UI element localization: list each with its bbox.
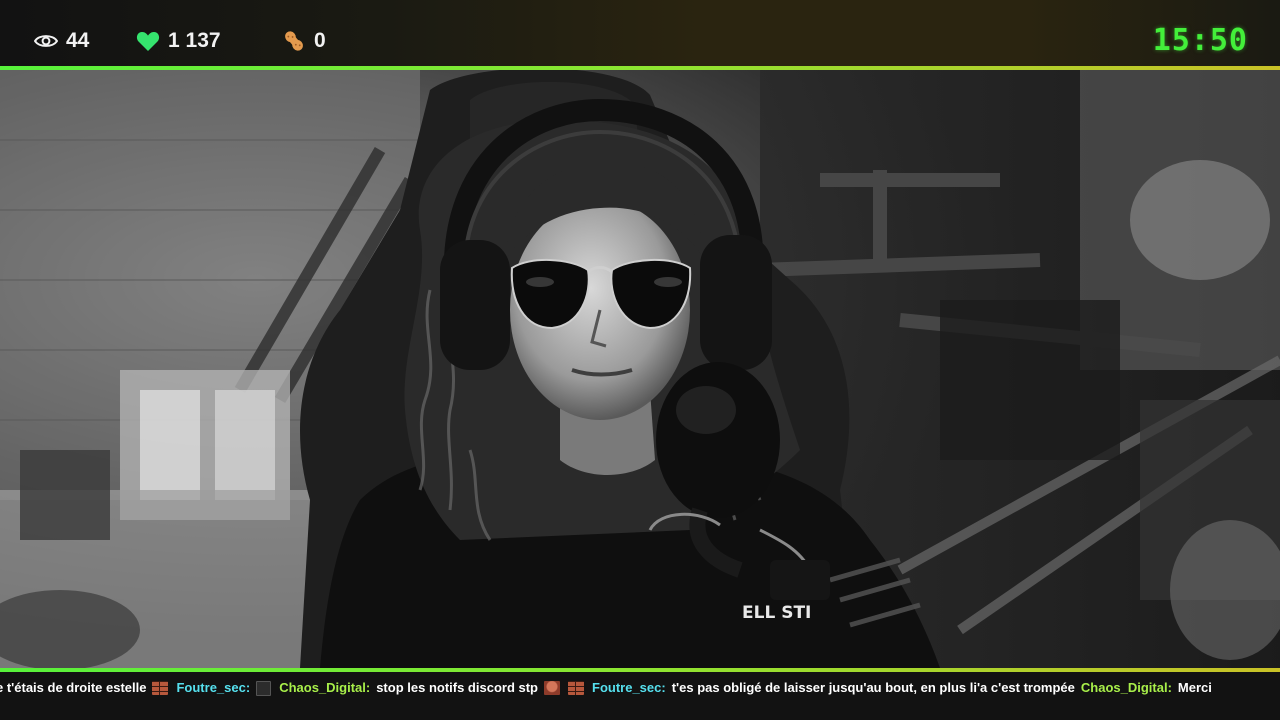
bits-count: 0 [282, 27, 326, 55]
stream-clock: 15:50 [1152, 23, 1248, 58]
box-emote [256, 680, 272, 696]
chat-username: Chaos_Digital: [279, 680, 371, 695]
brick-emote [568, 681, 584, 695]
chat-username: Foutre_sec: [176, 680, 251, 695]
heart-icon [136, 30, 160, 52]
eye-icon [34, 33, 58, 49]
chat-message: t'es pas obligé de laisser jusqu'au bout… [671, 680, 1075, 695]
chat-ticker-track: e t'étais de droite estelle Foutre_sec: Ch… [0, 680, 1218, 696]
viewer-count: 44 [34, 27, 89, 55]
chat-username: Chaos_Digital: [1080, 680, 1172, 695]
chat-ticker: e t'étais de droite estelle Foutre_sec: Ch… [0, 672, 1280, 720]
chat-message: stop les notifs discord stp [376, 680, 538, 695]
chat-username: Foutre_sec: [592, 680, 666, 695]
hand-emote [544, 681, 560, 695]
follower-count-value: 1 137 [168, 29, 221, 52]
webcam-feed: ELL STI [0, 70, 1280, 668]
brick-emote [152, 681, 169, 695]
stream-overlay: 44 1 137 0 15:50 ELL STI e t'étais de dr… [0, 0, 1280, 720]
peanut-icon [282, 29, 306, 53]
chat-message: e t'étais de droite estelle [0, 680, 147, 695]
webcam-image: ELL STI [0, 70, 1280, 668]
viewer-count-value: 44 [66, 29, 90, 52]
follower-count: 1 137 [136, 27, 221, 55]
stats-bar: 44 1 137 0 15:50 [0, 0, 1280, 66]
shirt-print: ELL STI [742, 603, 811, 623]
bits-count-value: 0 [314, 29, 326, 52]
chat-message: Merci [1177, 680, 1212, 695]
